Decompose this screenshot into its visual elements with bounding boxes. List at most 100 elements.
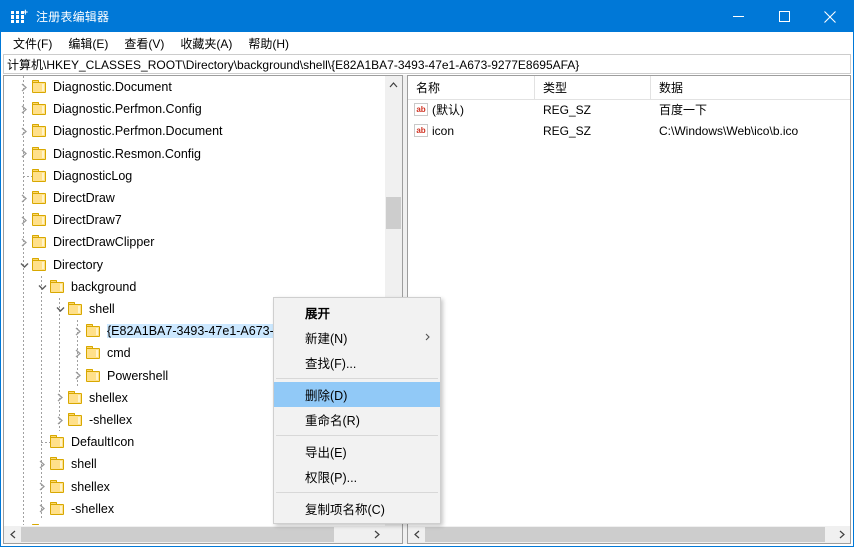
context-menu-separator bbox=[276, 492, 438, 493]
tree-scroll-corner bbox=[385, 526, 402, 543]
tree-item[interactable]: Diagnostic.Perfmon.Document bbox=[4, 120, 385, 142]
value-row[interactable]: ab icon REG_SZ C:\Windows\Web\ico\b.ico bbox=[408, 120, 850, 141]
folder-icon bbox=[32, 80, 48, 94]
menu-file[interactable]: 文件(F) bbox=[5, 33, 60, 54]
context-menu-item[interactable]: 权限(P)... bbox=[274, 464, 440, 489]
window-controls bbox=[715, 1, 853, 32]
tree-item[interactable]: background bbox=[4, 276, 385, 298]
context-menu-item[interactable]: 复制项名称(C) bbox=[274, 496, 440, 521]
chevron-right-icon[interactable] bbox=[34, 476, 50, 498]
tree-item-label: Diagnostic.Perfmon.Config bbox=[53, 102, 202, 117]
tree-item[interactable]: Diagnostic.Perfmon.Config bbox=[4, 98, 385, 120]
column-header-type[interactable]: 类型 bbox=[535, 76, 651, 99]
tree-item[interactable]: Diagnostic.Document bbox=[4, 76, 385, 98]
tree-item-label: Diagnostic.Perfmon.Document bbox=[53, 124, 223, 139]
folder-icon bbox=[32, 146, 48, 161]
value-row[interactable]: ab (默认) REG_SZ 百度一下 bbox=[408, 99, 850, 120]
values-hscroll-thumb[interactable] bbox=[425, 527, 825, 542]
window-title: 注册表编辑器 bbox=[36, 10, 110, 24]
chevron-right-icon[interactable] bbox=[368, 526, 385, 543]
chevron-right-icon[interactable] bbox=[16, 231, 32, 253]
context-menu-item-label: 导出(E) bbox=[305, 446, 347, 460]
chevron-right-icon[interactable] bbox=[34, 498, 50, 520]
context-menu-item-label: 删除(D) bbox=[305, 389, 348, 403]
chevron-left-icon[interactable] bbox=[408, 526, 425, 543]
tree-item[interactable]: DirectDrawClipper bbox=[4, 231, 385, 253]
chevron-right-icon[interactable] bbox=[52, 387, 68, 409]
column-header-data[interactable]: 数据 bbox=[651, 76, 850, 99]
chevron-right-icon[interactable] bbox=[16, 76, 32, 98]
values-rows: ab (默认) REG_SZ 百度一下 ab icon REG_SZ C:\Windows\W… bbox=[408, 99, 850, 526]
context-menu-separator bbox=[276, 435, 438, 436]
menu-view[interactable]: 查看(V) bbox=[116, 33, 172, 54]
context-menu-item[interactable]: 新建(N) bbox=[274, 325, 440, 350]
tree-horizontal-scrollbar[interactable] bbox=[4, 525, 385, 543]
chevron-right-icon[interactable] bbox=[16, 209, 32, 231]
menu-edit[interactable]: 编辑(E) bbox=[60, 33, 116, 54]
string-value-icon: ab bbox=[414, 103, 428, 116]
values-horizontal-scrollbar[interactable] bbox=[408, 525, 850, 543]
menubar: 文件(F) 编辑(E) 查看(V) 收藏夹(A) 帮助(H) bbox=[1, 32, 853, 54]
tree-item-label: Diagnostic.Resmon.Config bbox=[53, 146, 201, 161]
chevron-down-icon[interactable] bbox=[34, 276, 50, 298]
folder-icon bbox=[68, 390, 84, 405]
tree-item-label: DirectDrawClipper bbox=[53, 235, 155, 250]
chevron-right-icon[interactable] bbox=[52, 409, 68, 431]
chevron-right-icon[interactable] bbox=[16, 187, 32, 209]
chevron-right-icon[interactable] bbox=[16, 98, 32, 120]
tree-item[interactable]: DirectDraw bbox=[4, 187, 385, 209]
tree-hscroll-track[interactable] bbox=[21, 526, 368, 543]
context-menu-item[interactable]: 展开 bbox=[274, 300, 440, 325]
folder-icon bbox=[50, 501, 66, 516]
chevron-right-icon[interactable] bbox=[34, 453, 50, 475]
context-menu: 展开 新建(N) 查找(F)... 删除(D) 重命名(R) 导出(E) 权限(P)... 复… bbox=[273, 297, 441, 524]
chevron-right-icon[interactable] bbox=[833, 526, 850, 543]
tree-item[interactable]: Diagnostic.Resmon.Config bbox=[4, 143, 385, 165]
menu-favorites[interactable]: 收藏夹(A) bbox=[172, 33, 240, 54]
context-menu-item[interactable]: 重命名(R) bbox=[274, 407, 440, 432]
tree-item-label: Diagnostic.Document bbox=[53, 80, 172, 95]
tree-item[interactable]: DirectDraw7 bbox=[4, 209, 385, 231]
tree-hscroll-thumb[interactable] bbox=[21, 527, 334, 542]
folder-icon bbox=[50, 435, 66, 449]
chevron-right-icon[interactable] bbox=[70, 342, 86, 364]
tree-item-label: cmd bbox=[107, 346, 131, 361]
chevron-right-icon[interactable] bbox=[70, 365, 86, 387]
chevron-right-icon[interactable] bbox=[16, 120, 32, 142]
maximize-button[interactable] bbox=[761, 1, 807, 32]
chevron-up-icon[interactable] bbox=[385, 76, 402, 93]
window-bottom-edge bbox=[1, 544, 853, 546]
tree-item[interactable]: Directory bbox=[4, 254, 385, 276]
tree-vscroll-thumb[interactable] bbox=[386, 197, 401, 229]
registry-icon: + bbox=[11, 7, 28, 25]
chevron-left-icon[interactable] bbox=[4, 526, 21, 543]
tree-item-label: Directory bbox=[53, 257, 104, 272]
folder-icon bbox=[86, 324, 102, 338]
chevron-right-icon[interactable] bbox=[16, 143, 32, 165]
value-name-cell: ab icon bbox=[408, 124, 535, 138]
context-menu-item[interactable]: 导出(E) bbox=[274, 439, 440, 464]
menu-help[interactable]: 帮助(H) bbox=[240, 33, 297, 54]
folder-icon bbox=[50, 479, 66, 494]
chevron-right-icon[interactable] bbox=[70, 320, 86, 342]
address-bar[interactable]: 计算机\HKEY_CLASSES_ROOT\Directory\backgrou… bbox=[3, 54, 851, 74]
chevron-down-icon[interactable] bbox=[16, 254, 32, 276]
chevron-down-icon[interactable] bbox=[52, 298, 68, 320]
context-menu-item[interactable]: 删除(D) bbox=[274, 382, 440, 407]
column-header-name[interactable]: 名称 bbox=[408, 76, 535, 99]
context-menu-item[interactable]: 查找(F)... bbox=[274, 350, 440, 375]
tree-item[interactable]: DiagnosticLog bbox=[4, 165, 385, 187]
values-hscroll-track[interactable] bbox=[425, 526, 833, 543]
minimize-button[interactable] bbox=[715, 1, 761, 32]
tree-leaf-spacer bbox=[16, 165, 32, 187]
close-button[interactable] bbox=[807, 1, 853, 32]
